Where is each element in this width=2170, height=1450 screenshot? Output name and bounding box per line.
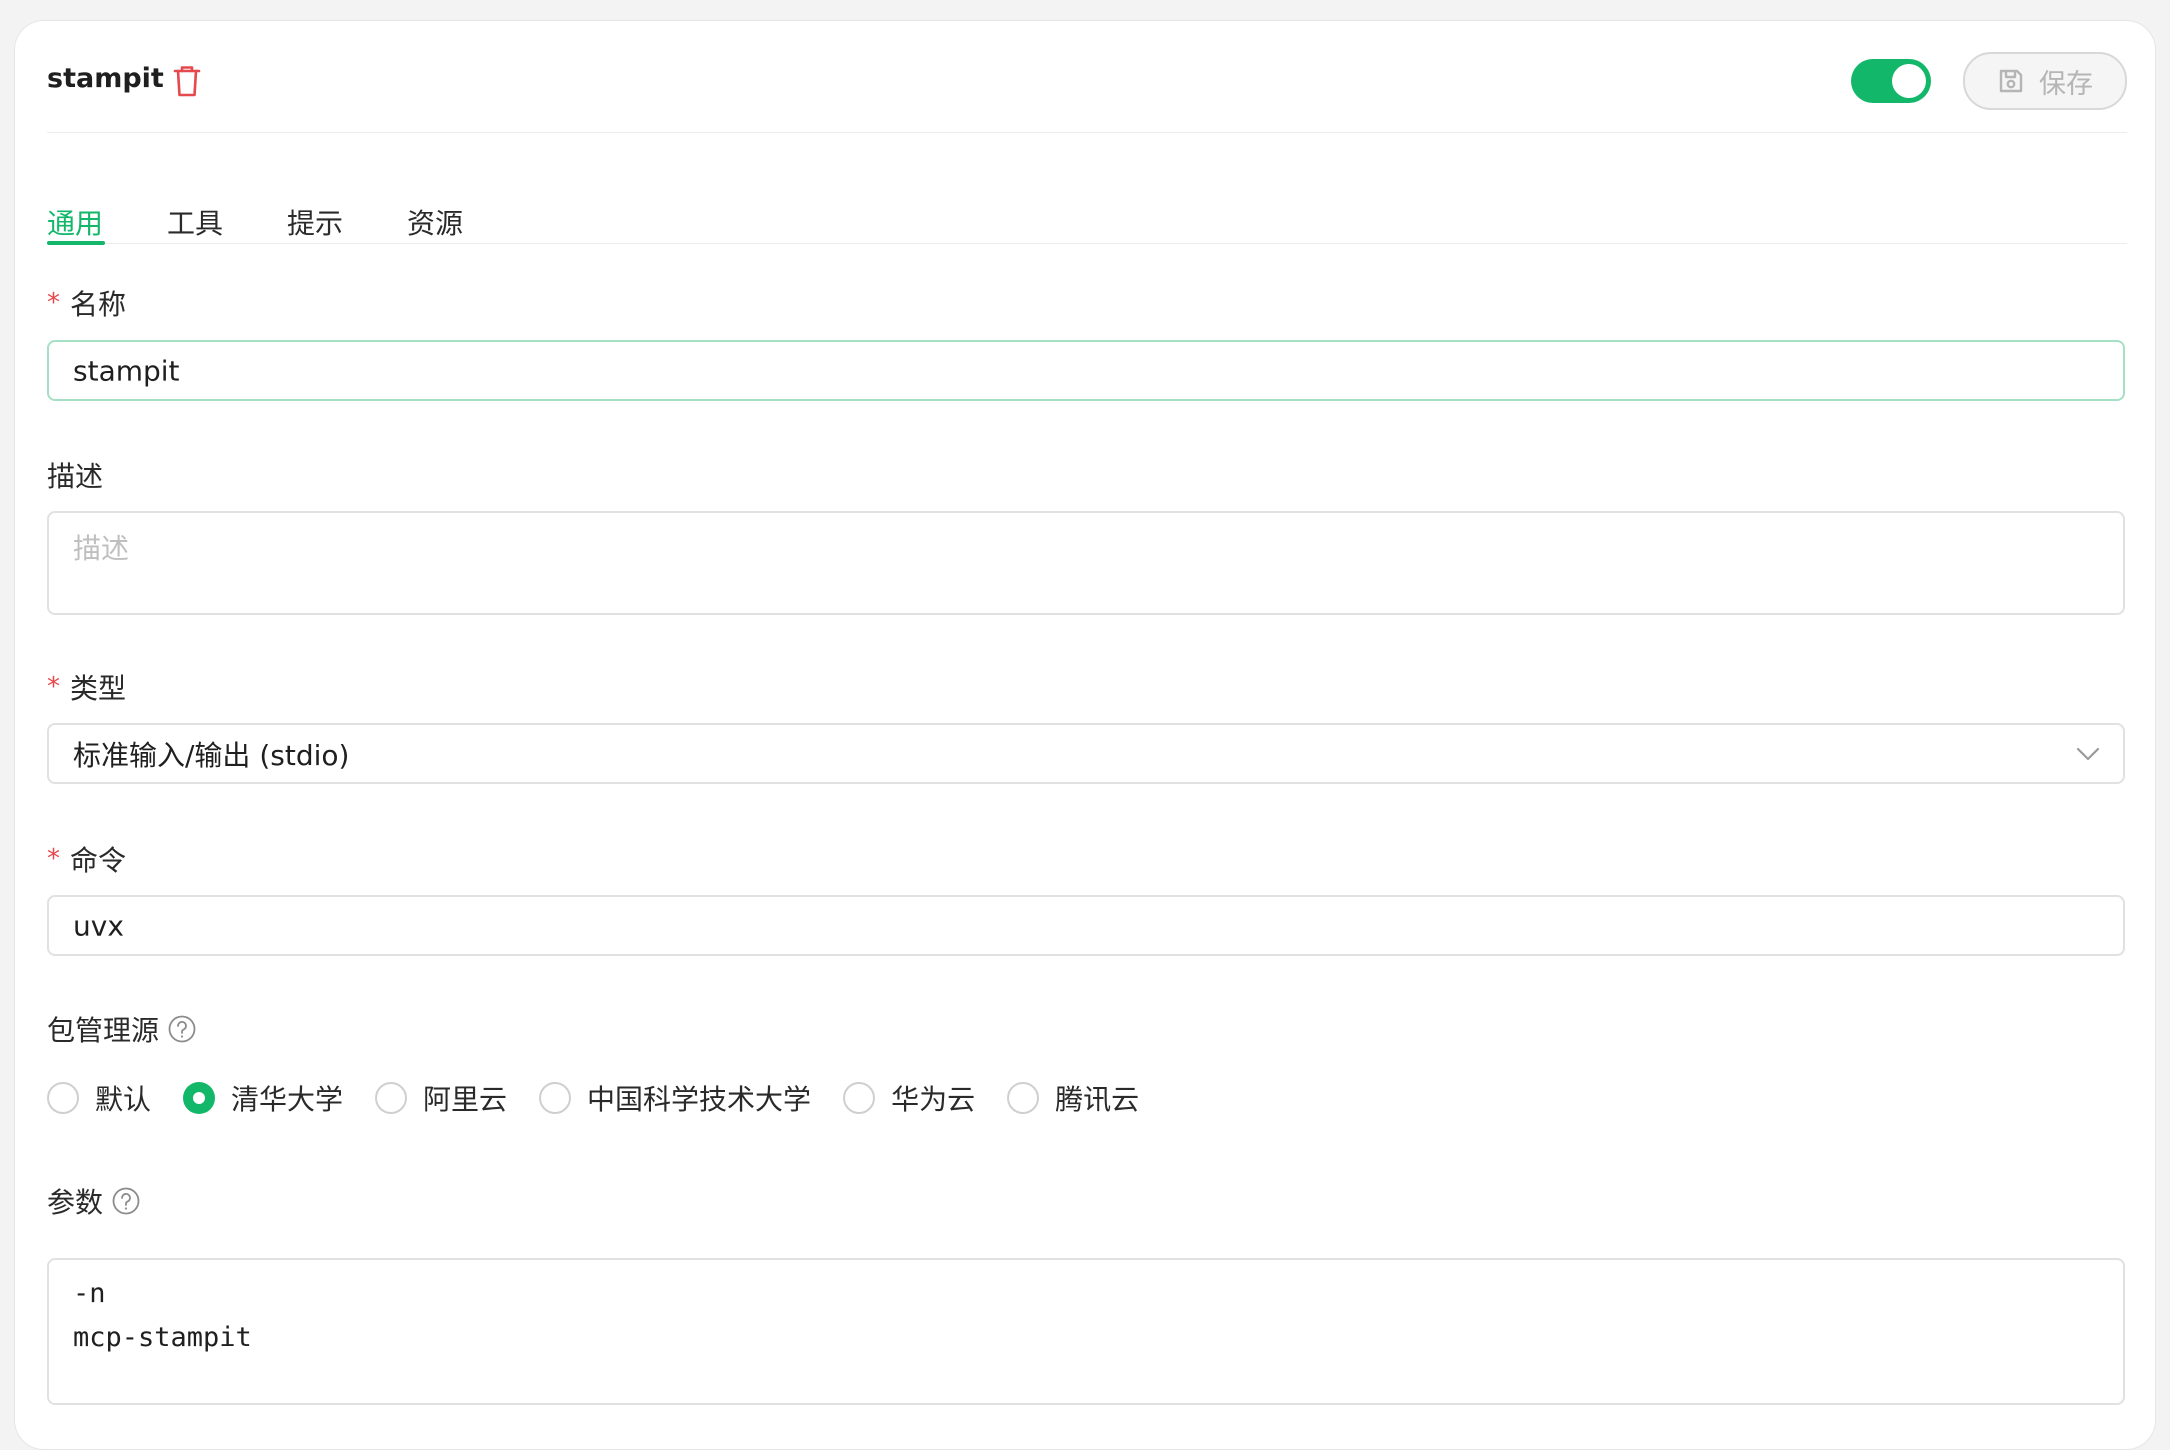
args-textarea[interactable]: -n mcp-stampit [47, 1258, 2125, 1405]
type-label-text: 类型 [70, 672, 127, 705]
radio-circle [843, 1082, 876, 1114]
registry-radio-group: 默认 清华大学 阿里云 中国科学技术大学 华为云 腾讯云 [47, 1077, 1171, 1119]
args-label-text: 参数 [47, 1186, 104, 1219]
registry-label: 包管理源 [47, 1009, 197, 1049]
radio-label: 腾讯云 [1055, 1083, 1140, 1116]
tab-prompts[interactable]: 提示 [287, 174, 343, 244]
required-mark: * [47, 288, 60, 318]
help-icon[interactable] [167, 1014, 197, 1044]
name-label-text: 名称 [70, 288, 127, 321]
enable-toggle[interactable] [1851, 59, 1931, 103]
chevron-down-icon [2076, 747, 2100, 760]
args-line: mcp-stampit [73, 1322, 252, 1353]
tab-resources[interactable]: 资源 [407, 174, 463, 244]
radio-circle-selected [183, 1082, 216, 1114]
toggle-knob [1892, 64, 1926, 98]
radio-circle [539, 1082, 572, 1114]
command-input[interactable]: uvx [47, 895, 2125, 956]
radio-label: 华为云 [891, 1083, 976, 1116]
save-icon [1999, 69, 2023, 93]
radio-huawei[interactable]: 华为云 [843, 1078, 975, 1118]
radio-aliyun[interactable]: 阿里云 [375, 1078, 507, 1118]
command-input-value: uvx [73, 909, 124, 942]
args-label: 参数 [47, 1181, 141, 1221]
tab-bar: 通用 工具 提示 资源 [47, 174, 2127, 245]
description-placeholder: 描述 [73, 532, 130, 565]
tab-tools[interactable]: 工具 [167, 174, 223, 244]
save-button[interactable]: 保存 [1963, 52, 2127, 110]
trash-icon [173, 66, 201, 97]
radio-label: 清华大学 [231, 1083, 344, 1116]
description-label-text: 描述 [47, 460, 104, 493]
server-title: stampit [47, 63, 164, 94]
radio-ustc[interactable]: 中国科学技术大学 [539, 1078, 811, 1118]
description-label: 描述 [47, 455, 103, 495]
args-line: -n [73, 1278, 106, 1309]
server-settings-card: stampit 保存 通用 工具 提示 资源 * 名称 stampit 描述 描… [14, 20, 2156, 1450]
required-mark: * [47, 844, 60, 874]
radio-circle [47, 1082, 79, 1114]
description-textarea[interactable]: 描述 [47, 511, 2125, 615]
help-icon[interactable] [111, 1186, 141, 1216]
radio-tencent[interactable]: 腾讯云 [1007, 1078, 1139, 1118]
command-label-text: 命令 [70, 844, 127, 877]
delete-button[interactable] [171, 63, 203, 99]
registry-label-text: 包管理源 [47, 1014, 160, 1047]
save-button-label: 保存 [2039, 68, 2093, 100]
radio-tsinghua[interactable]: 清华大学 [183, 1078, 343, 1118]
radio-default[interactable]: 默认 [47, 1078, 151, 1118]
radio-label: 中国科学技术大学 [587, 1083, 812, 1116]
radio-label: 默认 [95, 1083, 152, 1116]
header: stampit 保存 [47, 21, 2127, 133]
radio-label: 阿里云 [423, 1083, 508, 1116]
type-select[interactable]: 标准输入/输出 (stdio) [47, 723, 2125, 784]
tab-general[interactable]: 通用 [47, 174, 106, 245]
required-mark: * [47, 672, 60, 702]
name-input-value: stampit [73, 354, 180, 387]
radio-circle [1007, 1082, 1040, 1114]
name-label: * 名称 [47, 283, 126, 323]
name-input[interactable]: stampit [47, 340, 2125, 401]
type-select-value: 标准输入/输出 (stdio) [73, 738, 350, 772]
radio-circle [375, 1082, 408, 1114]
type-label: * 类型 [47, 667, 126, 707]
command-label: * 命令 [47, 839, 126, 879]
